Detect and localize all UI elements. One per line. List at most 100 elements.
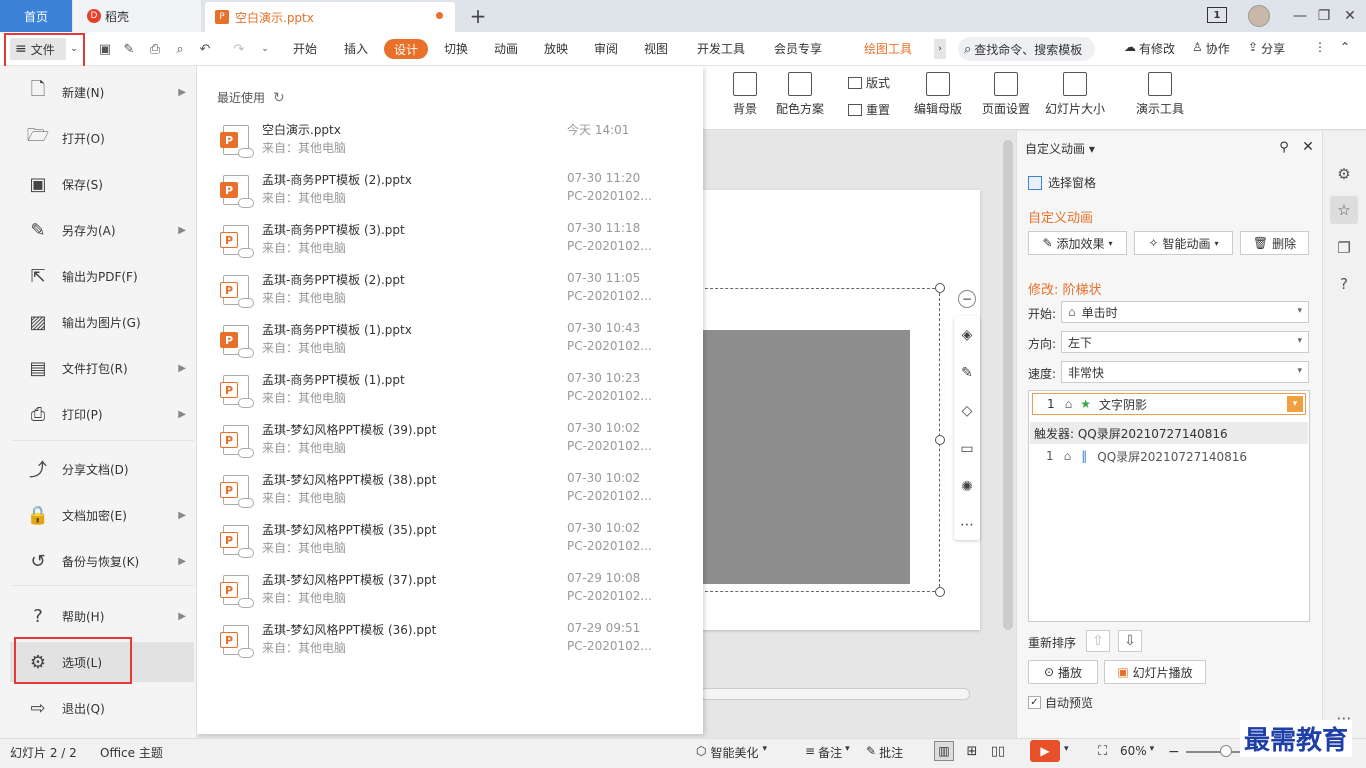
zoom-out-icon[interactable]: − — [1168, 744, 1180, 760]
reset-button[interactable]: 重置 — [848, 101, 890, 118]
pin-icon[interactable]: ⚲ — [1276, 139, 1292, 155]
file-menu-item[interactable]: ▨ 输出为图片(G) — [10, 302, 194, 342]
recent-file-row[interactable]: P 孟琪-梦幻风格PPT模板 (36).ppt 来自：其他电脑 07-29 09:51… — [217, 621, 687, 671]
file-menu-item[interactable]: ⤴ 分享文档(D) — [10, 449, 194, 489]
search-input[interactable]: ⌕ 查找命令、搜索模板 — [958, 37, 1095, 61]
undo-icon[interactable]: ↶ — [196, 40, 214, 58]
normal-view-icon[interactable]: ▥ — [934, 741, 954, 761]
fill-icon[interactable]: ◇ — [954, 392, 980, 430]
restore-icon[interactable]: ❐ — [1312, 4, 1336, 28]
menu-developer[interactable]: 开发工具 — [697, 40, 745, 60]
animation-star-icon[interactable]: ☆ — [1330, 196, 1358, 224]
recent-file-row[interactable]: P 空白演示.pptx 来自：其他电脑 今天 14:01 — [217, 121, 687, 171]
move-down-icon[interactable]: ⇩ — [1118, 630, 1142, 652]
tab-home[interactable]: 首页 — [0, 0, 72, 32]
file-menu-item[interactable]: 🔒 文档加密(E) ▶ — [10, 495, 194, 535]
recent-file-row[interactable]: P 孟琪-商务PPT模板 (2).ppt 来自：其他电脑 07-30 11:05 PC-… — [217, 271, 687, 321]
start-select[interactable]: ⌂ 单击时 ▾ — [1061, 301, 1309, 323]
help-circle-icon[interactable]: ? — [1330, 270, 1358, 298]
move-up-icon[interactable]: ⇧ — [1086, 630, 1110, 652]
recent-file-row[interactable]: P 孟琪-梦幻风格PPT模板 (37).ppt 来自：其他电脑 07-29 10:08… — [217, 571, 687, 621]
file-menu-item[interactable]: 🗋 新建(N) ▶ — [10, 72, 194, 112]
recent-file-row[interactable]: P 孟琪-梦幻风格PPT模板 (38).ppt 来自：其他电脑 07-30 10:02… — [217, 471, 687, 521]
menu-draw-tools[interactable]: 绘图工具 — [864, 40, 912, 60]
lightbulb-icon[interactable]: ✺ — [954, 468, 980, 506]
grid-view-icon[interactable]: ⊞ — [962, 741, 982, 761]
recent-file-row[interactable]: P 孟琪-商务PPT模板 (2).pptx 来自：其他电脑 07-30 11:20 PC… — [217, 171, 687, 221]
horizontal-scrollbar[interactable] — [700, 688, 970, 700]
add-effect-button[interactable]: ✎ 添加效果 ▾ — [1028, 231, 1127, 255]
layout-button[interactable]: 版式 — [848, 74, 890, 91]
panel-close-icon[interactable]: ✕ — [1300, 139, 1316, 155]
edit-master-button[interactable]: 编辑母版 — [910, 72, 966, 117]
print-preview-icon[interactable]: ⌕ — [171, 40, 189, 58]
tab-document[interactable]: P 空白演示.pptx — [205, 2, 455, 32]
menu-review[interactable]: 审阅 — [594, 40, 618, 60]
window-count-badge[interactable]: 1 — [1207, 7, 1227, 23]
background-button[interactable]: 背景 — [725, 72, 765, 117]
direction-select[interactable]: 左下 ▾ — [1061, 331, 1309, 353]
fit-window-icon[interactable]: ⛶ — [1098, 744, 1107, 759]
color-scheme-button[interactable]: 配色方案 — [770, 72, 830, 117]
layers-icon[interactable]: ◈ — [954, 316, 980, 354]
more-options-icon[interactable]: ⋮ — [1314, 40, 1326, 60]
speed-select[interactable]: 非常快 ▾ — [1061, 361, 1309, 383]
smart-animation-button[interactable]: ✧ 智能动画 ▾ — [1134, 231, 1233, 255]
delete-button[interactable]: 🗑 删除 — [1240, 231, 1309, 255]
file-menu-item[interactable]: ▤ 文件打包(R) ▶ — [10, 348, 194, 388]
file-menu-item[interactable]: ⇨ 退出(Q) — [10, 688, 194, 728]
menu-member[interactable]: 会员专享 — [774, 40, 822, 60]
recent-file-row[interactable]: P 孟琪-商务PPT模板 (1).ppt 来自：其他电脑 07-30 10:23 PC-… — [217, 371, 687, 421]
file-menu-item[interactable]: ✎ 另存为(A) ▶ — [10, 210, 194, 250]
slide-size-button[interactable]: 幻灯片大小 — [1040, 72, 1110, 117]
redo-icon[interactable]: ↷ — [230, 40, 248, 58]
refresh-icon[interactable]: ↻ — [273, 90, 285, 106]
format-painter-icon[interactable]: ✎ — [120, 40, 138, 58]
file-menu-item[interactable]: ↺ 备份与恢复(K) ▶ — [10, 541, 194, 581]
share-button[interactable]: ⇪ 分享 — [1248, 40, 1285, 60]
recent-file-row[interactable]: P 孟琪-商务PPT模板 (1).pptx 来自：其他电脑 07-30 10:43 PC… — [217, 321, 687, 371]
theme-name[interactable]: Office 主题 — [100, 744, 163, 761]
unsaved-dot-icon[interactable] — [436, 12, 443, 19]
menu-animation[interactable]: 动画 — [494, 40, 518, 60]
new-tab-icon[interactable]: + — [466, 4, 490, 28]
menu-view[interactable]: 视图 — [644, 40, 668, 60]
resize-handle[interactable] — [935, 283, 945, 293]
zoom-slider[interactable] — [1186, 751, 1246, 753]
close-icon[interactable]: ✕ — [1338, 4, 1362, 28]
comments-button[interactable]: ✎ 批注 — [866, 744, 903, 761]
zoom-level[interactable]: 60% ▾ — [1120, 744, 1154, 758]
smart-beautify-button[interactable]: ⬡ 智能美化 ▾ — [696, 744, 767, 761]
file-menu-item[interactable]: ⇱ 输出为PDF(F) — [10, 256, 194, 296]
resize-handle[interactable] — [935, 435, 945, 445]
more-tabs-icon[interactable]: › — [934, 39, 946, 59]
more-icon[interactable]: ⋯ — [954, 506, 980, 544]
vertical-scrollbar[interactable] — [1003, 140, 1013, 630]
file-menu-item[interactable]: ? 帮助(H) ▶ — [10, 596, 194, 636]
recent-file-row[interactable]: P 孟琪-梦幻风格PPT模板 (35).ppt 来自：其他电脑 07-30 10:02… — [217, 521, 687, 571]
avatar[interactable] — [1248, 5, 1270, 27]
item-dropdown-icon[interactable]: ▾ — [1287, 396, 1303, 412]
recent-file-row[interactable]: P 孟琪-商务PPT模板 (3).ppt 来自：其他电脑 07-30 11:18 PC-… — [217, 221, 687, 271]
pen-icon[interactable]: ✎ — [954, 354, 980, 392]
recent-file-row[interactable]: P 孟琪-梦幻风格PPT模板 (39).ppt 来自：其他电脑 07-30 10:02… — [217, 421, 687, 471]
file-menu-item[interactable]: 🗁 打开(O) — [10, 118, 194, 158]
menu-slideshow[interactable]: 放映 — [544, 40, 568, 60]
notes-button[interactable]: ≡ 备注 ▾ — [805, 744, 850, 761]
customize-chevron-icon[interactable]: ⌄ — [256, 40, 274, 58]
file-menu-item[interactable]: ⎙ 打印(P) ▶ — [10, 394, 194, 434]
zoom-slider-thumb[interactable] — [1220, 745, 1232, 757]
demo-tools-button[interactable]: 演示工具 — [1128, 72, 1192, 117]
chevron-down-icon[interactable]: ⌄ — [68, 41, 80, 57]
file-menu-item[interactable]: ▣ 保存(S) — [10, 164, 194, 204]
collaborate-button[interactable]: ♙ 协作 — [1192, 40, 1230, 60]
selection-pane-link[interactable]: 选择窗格 — [1028, 174, 1096, 191]
collapse-ribbon-icon[interactable]: ⌃ — [1340, 40, 1350, 60]
trigger-item[interactable]: 1 ⌂ ‖ QQ录屏20210727140816 — [1032, 446, 1306, 466]
menu-insert[interactable]: 插入 — [344, 40, 368, 60]
copy-icon[interactable]: ❐ — [1330, 234, 1358, 262]
panel-title[interactable]: 自定义动画 ▾ — [1025, 140, 1095, 157]
menu-transition[interactable]: 切换 — [444, 40, 468, 60]
resize-handle[interactable] — [935, 587, 945, 597]
page-setup-button[interactable]: 页面设置 — [978, 72, 1034, 117]
